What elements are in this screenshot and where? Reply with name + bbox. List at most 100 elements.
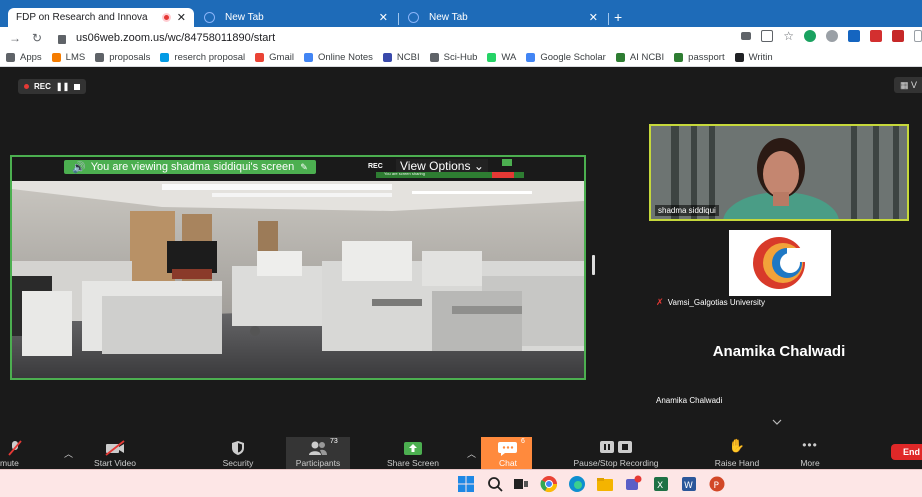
chrome-taskbar-icon[interactable] [540,475,558,493]
screen: FDP on Research and Innova ✕ New Tab ✕ N… [0,0,922,497]
security-button[interactable]: Security [210,437,266,469]
apps-grid-icon [6,53,15,62]
zoom-toolbar: mute ︿ Start Video Security 73 Participa… [0,437,922,469]
stop-icon[interactable] [74,83,81,90]
tab-new-2[interactable]: New Tab ✕ [400,7,606,27]
participants-label: Participants [295,458,341,468]
bookmark-label: Apps [20,52,42,63]
participant-tile-active-speaker[interactable]: shadma siddiqui [649,124,909,221]
bookmark-item[interactable]: Writin [734,52,773,63]
end-meeting-button[interactable]: End [891,444,922,460]
writing-icon [734,53,744,62]
word-icon[interactable]: W [680,475,698,493]
bookmark-item[interactable]: LMS [51,52,86,63]
zoom-meeting-area: REC ❚❚ ▦ V 🔊 You are viewing shadma sidd… [0,67,922,437]
bookmark-item[interactable]: reserch proposal [160,52,245,63]
pdf-ext-icon[interactable] [870,30,882,42]
excel-icon[interactable]: X [652,475,670,493]
ncbi-green-icon [615,53,625,62]
view-button[interactable]: ▦ V [894,77,922,93]
muted-mic-icon: ✗ [656,297,664,307]
calendar-ext-icon[interactable] [848,30,860,42]
pause-stop-recording-button[interactable]: Pause/Stop Recording [560,437,672,469]
pause-icon[interactable]: ❚❚ [56,82,69,91]
participant-name-row: ✗ Vamsi_Galgotias University [653,296,768,309]
camera-icon[interactable] [741,32,752,40]
share-screen-icon [404,442,422,455]
gallery-scroll-down-icon[interactable] [772,417,782,427]
view-label: V [911,80,918,90]
participant-gallery: shadma siddiqui ✗ Vamsi_Galgotias Univer… [649,124,909,414]
bookmark-label: Google Scholar [540,52,606,63]
university-logo [729,230,831,296]
bookmark-item[interactable]: NCBI [382,52,420,63]
mute-label: mute [0,458,19,468]
close-tab-icon[interactable]: ✕ [589,11,598,24]
more-ext-icon[interactable] [914,30,922,42]
more-dots-icon: ••• [802,438,818,452]
bookmark-item[interactable]: proposals [95,52,150,63]
gmail-ext-icon[interactable] [892,30,904,42]
bookmark-label: Sci-Hub [443,52,478,63]
windows-taskbar: X W P [0,469,922,497]
new-tab-plus-icon[interactable]: + [614,9,622,25]
back-arrow-icon[interactable]: → [8,31,22,45]
participant-display-name: Anamika Chalwadi [712,343,846,360]
tab-new-1[interactable]: New Tab ✕ [196,7,396,27]
mic-muted-icon [8,440,22,456]
extension-icon[interactable] [826,30,838,42]
task-view-icon[interactable] [512,475,530,493]
participants-button[interactable]: 73 Participants [286,437,350,469]
panel-resize-handle[interactable] [592,255,595,275]
mute-button[interactable]: mute [0,437,30,469]
url-field[interactable]: us06web.zoom.us/wc/84758011890/start [58,32,275,44]
sharing-strip: You are screen sharing [376,171,524,178]
bookmark-item[interactable]: Sci-Hub [429,52,478,63]
windows-start-icon[interactable] [457,475,475,493]
bookmark-item[interactable]: AI NCBI [615,52,664,63]
close-tab-icon[interactable]: ✕ [177,11,186,24]
close-tab-icon[interactable]: ✕ [379,11,388,24]
passport-icon [674,53,684,62]
viewing-banner: 🔊 You are viewing shadma siddiqui's scre… [64,160,316,174]
share-screen-button[interactable]: Share Screen [378,437,448,469]
participant-tile-anamika[interactable]: Anamika Chalwadi Anamika Chalwadi [649,313,909,409]
reload-icon[interactable]: ↻ [30,31,44,45]
audio-options-caret-icon[interactable]: ︿ [64,447,73,460]
start-video-button[interactable]: Start Video [82,437,148,469]
chat-badge: 6 [521,438,525,445]
participant-tile-vamsi[interactable]: ✗ Vamsi_Galgotias University [649,222,909,312]
globe-icon [204,11,215,23]
powerpoint-icon[interactable]: P [708,475,726,493]
more-button[interactable]: ••• More [790,437,830,469]
shared-share-icon [502,159,512,166]
participant-name: Anamika Chalwadi [656,396,723,405]
translate-icon[interactable] [761,30,774,42]
lock-icon [58,34,66,44]
raise-hand-button[interactable]: ✋ Raise Hand [706,437,768,469]
mic-icon: ✎ [300,161,308,172]
bookmark-label: Online Notes [317,52,373,63]
bookmark-item[interactable]: passport [674,52,725,63]
file-explorer-icon[interactable] [596,475,614,493]
shared-screen[interactable]: 🔊 You are viewing shadma siddiqui's scre… [10,155,586,380]
star-icon[interactable]: ☆ [783,30,794,42]
bookmark-item[interactable]: Google Scholar [526,52,606,63]
recording-status[interactable]: REC ❚❚ [18,79,87,94]
bookmark-item[interactable]: Apps [6,52,42,63]
grammarly-icon[interactable] [804,30,816,42]
share-options-caret-icon[interactable]: ︿ [467,447,476,460]
pause-stop-icon [600,441,632,453]
tab-fdp[interactable]: FDP on Research and Innova ✕ [8,8,194,27]
search-icon[interactable] [486,475,504,493]
edge-icon[interactable] [568,475,586,493]
bookmark-item[interactable]: Gmail [255,52,294,63]
galgotias-logo-icon [753,237,817,289]
chat-button[interactable]: 6 Chat [484,437,532,469]
svg-text:X: X [657,481,663,491]
bookmark-item[interactable]: Online Notes [303,52,373,63]
bookmarks-bar: Apps LMS proposals reserch proposal Gmail Onl… [0,49,922,67]
bookmark-item[interactable]: WA [487,52,516,63]
teams-icon[interactable] [624,475,642,493]
bookmark-label: LMS [65,52,86,63]
